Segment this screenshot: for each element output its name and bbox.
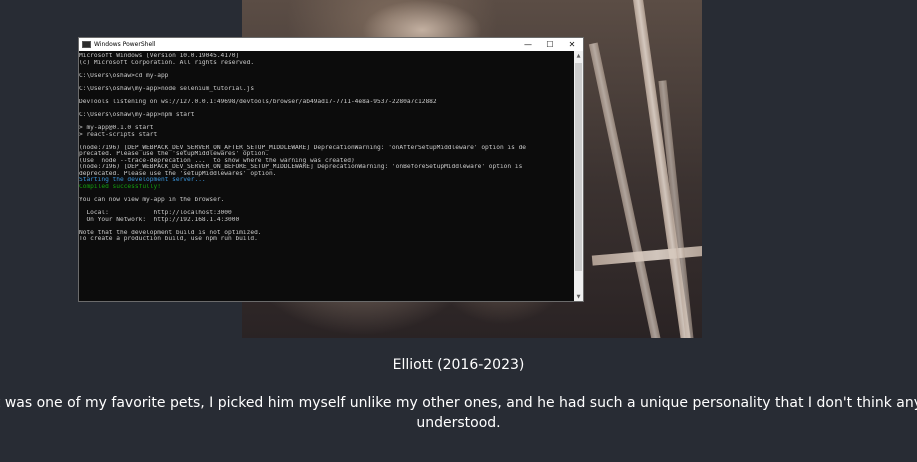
window-title: Windows PowerShell (94, 41, 156, 48)
terminal-line: To create a production build, use npm ru… (79, 236, 258, 243)
powershell-window[interactable]: Windows PowerShell — ☐ ✕ Microsoft Windo… (78, 37, 584, 302)
window-controls: — ☐ ✕ (517, 38, 583, 51)
maximize-button[interactable]: ☐ (539, 38, 561, 51)
powershell-titlebar[interactable]: Windows PowerShell — ☐ ✕ (79, 38, 583, 51)
pet-name-caption: Elliott (2016-2023) (392, 357, 525, 373)
powershell-icon (82, 41, 91, 48)
terminal-output[interactable]: Microsoft Windows [Version 10.0.19045.41… (79, 51, 574, 301)
scroll-down-icon[interactable]: ▼ (574, 292, 583, 301)
minimize-button[interactable]: — (517, 38, 539, 51)
close-button[interactable]: ✕ (561, 38, 583, 51)
pet-description: Elliott was one of my favorite pets, I p… (0, 395, 917, 431)
scroll-up-icon[interactable]: ▲ (574, 51, 583, 60)
terminal-scrollbar[interactable]: ▲ ▼ (574, 51, 583, 301)
scrollbar-thumb[interactable] (575, 63, 582, 271)
page: Windows PowerShell — ☐ ✕ Microsoft Windo… (0, 0, 917, 462)
